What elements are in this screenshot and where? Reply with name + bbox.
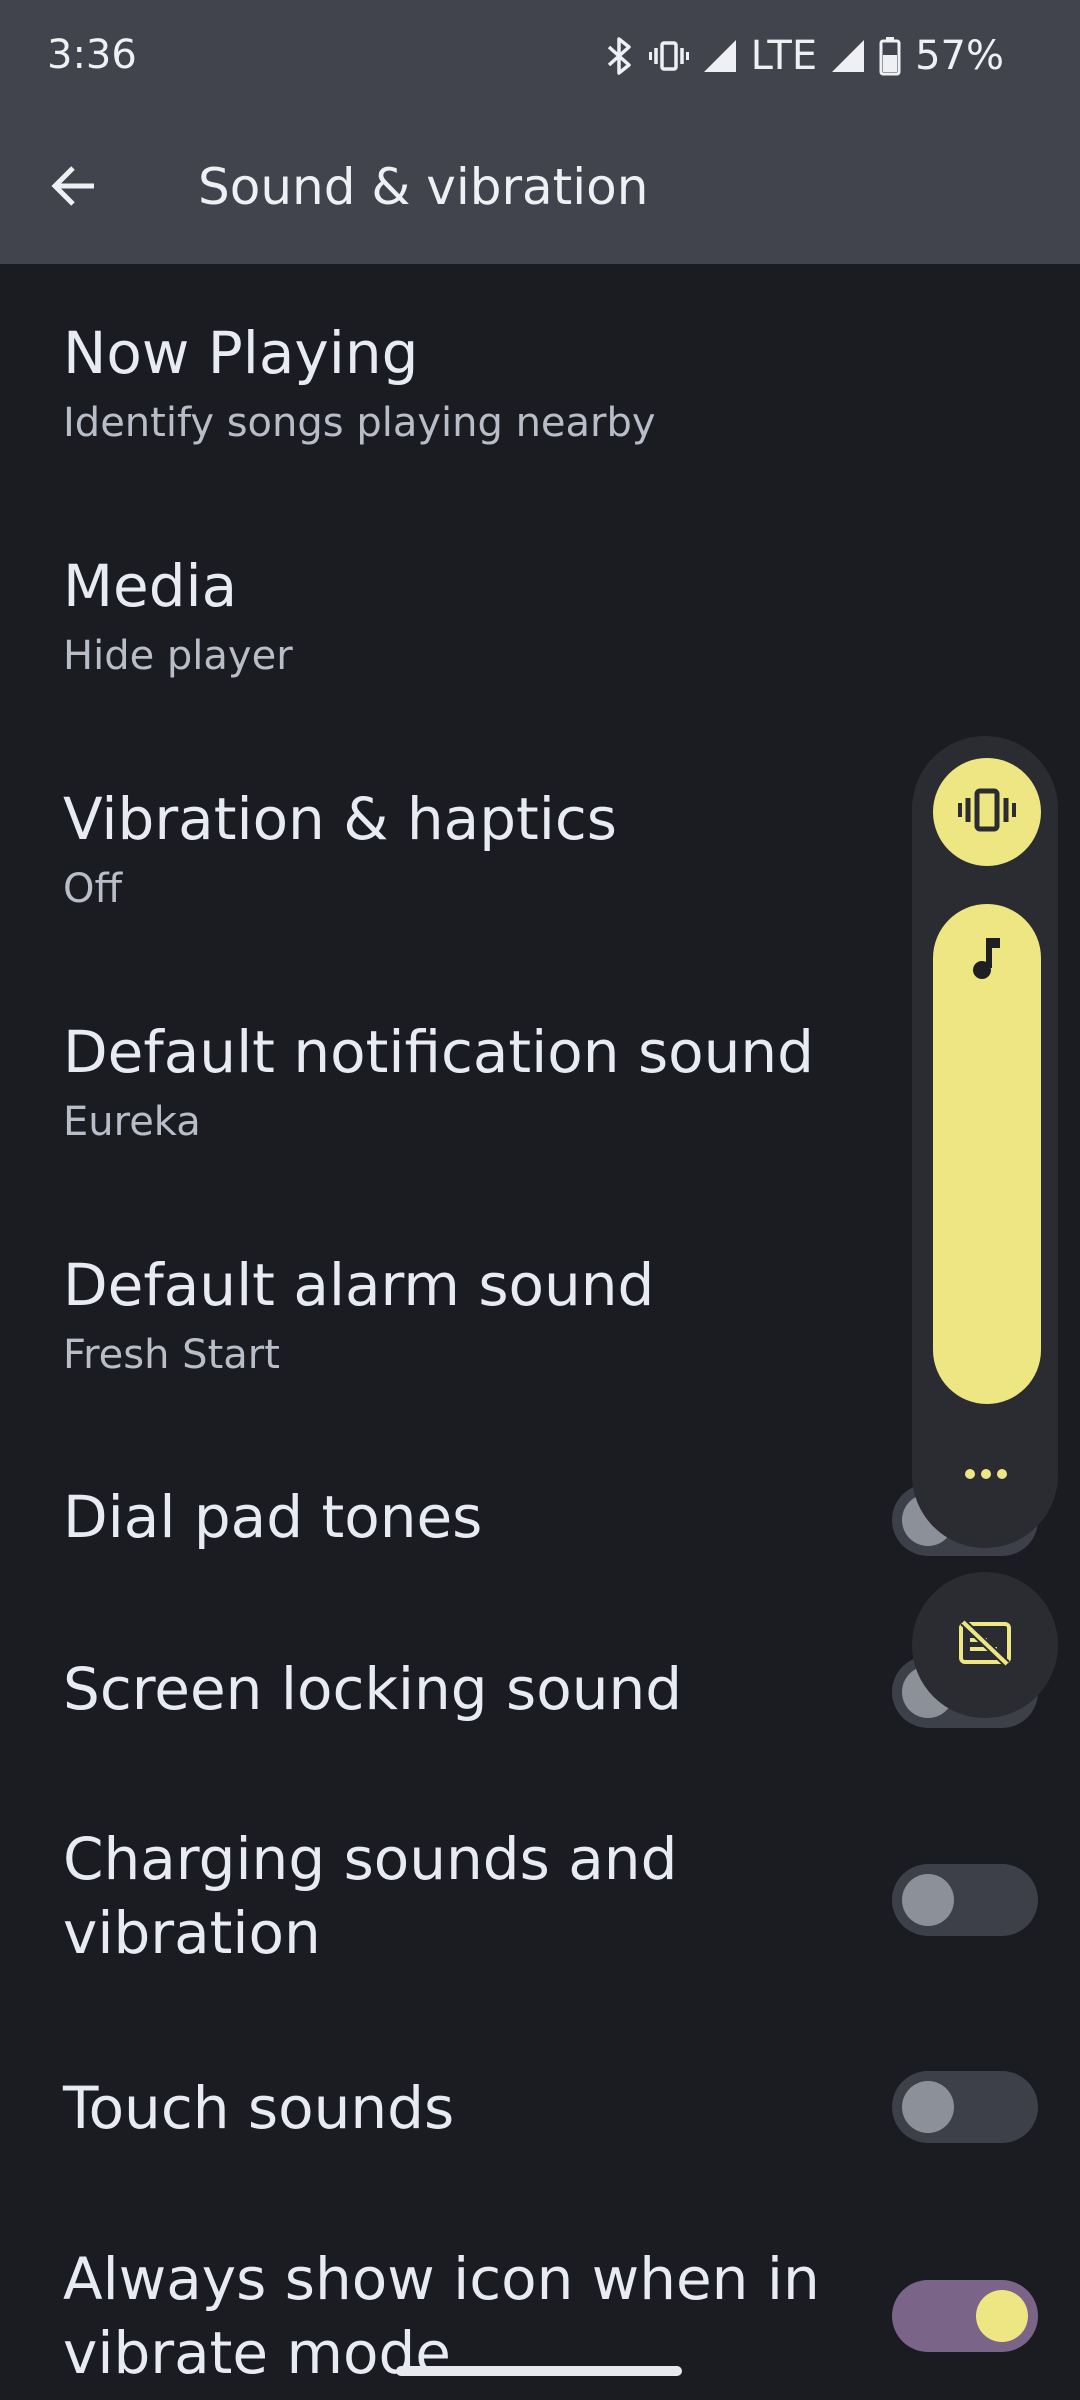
setting-title: Dial pad tones — [63, 1483, 483, 1551]
toggle-knob — [976, 2290, 1028, 2342]
setting-charging-sounds[interactable]: Charging sounds and vibration — [0, 1822, 1080, 1992]
toggle-knob — [902, 2081, 954, 2133]
volume-slider[interactable] — [933, 904, 1041, 1404]
setting-media[interactable]: Media Hide player — [0, 533, 1080, 733]
status-time: 3:36 — [47, 32, 137, 78]
more-horiz-icon — [964, 1465, 1008, 1484]
signal-icon — [831, 38, 865, 74]
setting-title: Touch sounds — [63, 2074, 455, 2142]
vibrate-icon — [957, 788, 1017, 836]
status-icons: LTE 57% — [605, 28, 1004, 84]
touch-sounds-toggle[interactable] — [892, 2071, 1038, 2143]
captions-off-icon — [957, 1618, 1013, 1672]
status-bar: 3:36 LTE 57% — [0, 0, 1080, 116]
gesture-nav-handle[interactable] — [396, 2366, 682, 2376]
battery-percent: 57% — [915, 33, 1004, 79]
setting-subtitle: Identify songs playing nearby — [63, 400, 656, 446]
signal-icon — [703, 38, 737, 74]
toggle-knob — [902, 1874, 954, 1926]
back-button[interactable] — [36, 150, 112, 226]
charging-sounds-toggle[interactable] — [892, 1864, 1038, 1936]
setting-subtitle: Fresh Start — [63, 1332, 280, 1378]
setting-title: Default alarm sound — [63, 1251, 655, 1319]
setting-subtitle: Off — [63, 866, 123, 912]
music-note-icon — [967, 934, 1007, 984]
setting-subtitle: Hide player — [63, 633, 293, 679]
setting-now-playing[interactable]: Now Playing Identify songs playing nearb… — [0, 300, 1080, 500]
volume-more-button[interactable] — [950, 1452, 1022, 1496]
setting-subtitle: Eureka — [63, 1099, 201, 1145]
network-type: LTE — [750, 33, 818, 79]
setting-title: Screen locking sound — [63, 1655, 683, 1723]
always-show-vibrate-icon-toggle[interactable] — [892, 2280, 1038, 2352]
bluetooth-icon — [605, 36, 635, 76]
setting-title: Default notification sound — [63, 1018, 814, 1086]
vibrate-icon — [648, 36, 689, 76]
setting-title-line2: vibrate mode — [63, 2319, 451, 2387]
battery-icon — [879, 36, 901, 76]
ringer-mode-button[interactable] — [933, 758, 1041, 866]
setting-title-line1: Always show icon when in — [63, 2245, 820, 2313]
live-caption-button[interactable] — [912, 1572, 1058, 1718]
setting-title-line1: Charging sounds and — [63, 1825, 678, 1893]
setting-title: Now Playing — [63, 319, 419, 387]
volume-panel — [912, 736, 1058, 1548]
setting-title: Vibration & haptics — [63, 785, 618, 853]
screen: 3:36 LTE 57% Sound & vibration Now Playi… — [0, 0, 1080, 2400]
setting-always-show-vibrate-icon[interactable]: Always show icon when in vibrate mode — [0, 2242, 1080, 2400]
setting-title-line2: vibration — [63, 1899, 321, 1967]
setting-title: Media — [63, 552, 238, 620]
arrow-back-icon — [51, 163, 97, 213]
page-title: Sound & vibration — [198, 158, 649, 216]
setting-touch-sounds[interactable]: Touch sounds — [0, 2071, 1080, 2211]
app-bar: Sound & vibration — [0, 116, 1080, 264]
